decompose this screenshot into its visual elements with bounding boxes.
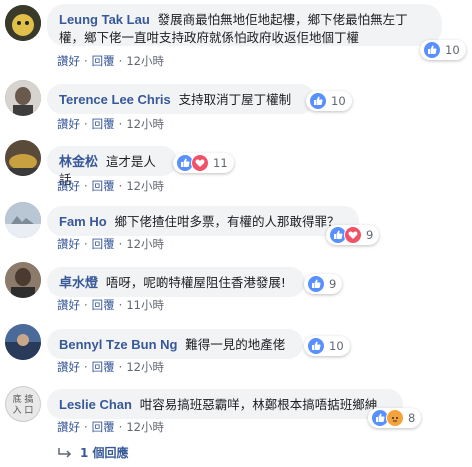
separator: · xyxy=(118,298,123,312)
separator: · xyxy=(118,117,123,131)
avatar[interactable] xyxy=(5,202,41,238)
reply-button[interactable]: 回覆 xyxy=(92,237,115,251)
reaction-count[interactable]: 8 xyxy=(368,408,422,428)
like-button[interactable]: 讚好 xyxy=(57,54,80,68)
separator: · xyxy=(118,420,123,434)
comment-actions: 讚好 · 回覆 · 12小時 xyxy=(57,116,164,132)
svg-text:入 口: 入 口 xyxy=(13,405,34,416)
comment-actions: 讚好 · 回覆 · 12小時 xyxy=(57,236,164,252)
like-icon xyxy=(309,92,327,110)
reaction-count[interactable]: 11 xyxy=(173,153,234,173)
like-icon xyxy=(423,41,441,59)
timestamp[interactable]: 12小時 xyxy=(126,360,164,374)
like-icon xyxy=(307,275,325,293)
timestamp[interactable]: 12小時 xyxy=(126,54,164,68)
reaction-count-text: 10 xyxy=(331,94,346,108)
reaction-count-text: 10 xyxy=(329,339,344,353)
reaction-count[interactable]: 9 xyxy=(326,225,380,245)
like-button[interactable]: 讚好 xyxy=(57,360,80,374)
comment-bubble: Fam Ho 鄉下佬揸住咁多票，有權的人那敢得罪？ xyxy=(47,206,359,236)
reaction-count[interactable]: 9 xyxy=(304,274,343,294)
reply-button[interactable]: 回覆 xyxy=(92,179,115,193)
reply-button[interactable]: 回覆 xyxy=(92,360,115,374)
comment-text-line2: 權，鄉下佬一直咁支持政府就係怕政府收返佢地個丁權 xyxy=(59,30,360,45)
separator: · xyxy=(84,179,88,193)
commenter-name[interactable]: Leung Tak Lau xyxy=(59,12,150,27)
avatar[interactable] xyxy=(5,140,41,176)
separator: · xyxy=(118,237,123,251)
commenter-name[interactable]: 卓水燈 xyxy=(59,275,98,290)
comment-actions: 讚好 · 回覆 · 12小時 xyxy=(57,419,164,435)
comment-text: 鄉下佬揸住咁多票，有權的人那敢得罪？ xyxy=(114,214,340,229)
comment-actions: 讚好 · 回覆 · 11小時 xyxy=(57,297,164,313)
separator: · xyxy=(84,420,88,434)
commenter-name[interactable]: Bennyl Tze Bun Ng xyxy=(59,337,177,352)
avatar[interactable] xyxy=(5,5,41,41)
replies-count-label: 1 個回應 xyxy=(80,446,129,460)
avatar-text-logo: 底 搞入 口 xyxy=(13,393,34,416)
separator: · xyxy=(84,360,88,374)
timestamp[interactable]: 12小時 xyxy=(126,117,164,131)
commenter-name[interactable]: Leslie Chan xyxy=(59,397,132,412)
like-button[interactable]: 讚好 xyxy=(57,420,80,434)
view-replies-link[interactable]: 1 個回應 xyxy=(58,444,129,461)
separator: · xyxy=(84,237,88,251)
angry-icon xyxy=(386,409,404,427)
separator: · xyxy=(118,179,123,193)
commenter-name[interactable]: Terence Lee Chris xyxy=(59,92,171,107)
svg-text:底 搞: 底 搞 xyxy=(13,393,34,405)
like-button[interactable]: 讚好 xyxy=(57,179,80,193)
comment-bubble: Terence Lee Chris 支持取消丁屋丁權制 xyxy=(47,84,315,114)
comment-text: 難得一見的地產佬 xyxy=(185,337,286,352)
reply-button[interactable]: 回覆 xyxy=(92,420,115,434)
reaction-count[interactable]: 10 xyxy=(420,40,466,60)
reply-button[interactable]: 回覆 xyxy=(92,54,115,68)
comment-text: 支持取消丁屋丁權制 xyxy=(178,92,292,107)
avatar[interactable]: 底 搞入 口 xyxy=(5,386,41,422)
avatar[interactable] xyxy=(5,80,41,116)
comment-bubble: 卓水燈 唔呀，呢啲特權屋阻住香港發展! xyxy=(47,267,305,297)
reaction-count[interactable]: 10 xyxy=(304,336,350,356)
comment-actions: 讚好 · 回覆 · 12小時 xyxy=(57,178,164,194)
separator: · xyxy=(84,298,88,312)
reaction-count-text: 11 xyxy=(213,156,228,170)
commenter-name[interactable]: Fam Ho xyxy=(59,214,107,229)
reply-button[interactable]: 回覆 xyxy=(92,298,115,312)
comment-actions: 讚好 · 回覆 · 12小時 xyxy=(57,53,164,69)
timestamp[interactable]: 12小時 xyxy=(126,179,164,193)
timestamp[interactable]: 11小時 xyxy=(126,298,164,312)
comment-text: 咁容易搞班惡霸咩，林鄭根本搞唔掂班鄉紳 xyxy=(139,397,378,412)
avatar[interactable] xyxy=(5,262,41,298)
timestamp[interactable]: 12小時 xyxy=(126,237,164,251)
reaction-count-text: 9 xyxy=(329,277,337,291)
love-icon xyxy=(344,226,362,244)
like-button[interactable]: 讚好 xyxy=(57,237,80,251)
comment-text: 唔呀，呢啲特權屋阻住香港發展! xyxy=(105,275,286,290)
separator: · xyxy=(118,360,123,374)
avatar[interactable] xyxy=(5,324,41,360)
like-button[interactable]: 讚好 xyxy=(57,117,80,131)
like-button[interactable]: 讚好 xyxy=(57,298,80,312)
reaction-count-text: 8 xyxy=(408,411,416,425)
reaction-count[interactable]: 10 xyxy=(306,91,352,111)
reply-button[interactable]: 回覆 xyxy=(92,117,115,131)
comment-bubble: Bennyl Tze Bun Ng 難得一見的地產佬 xyxy=(47,329,303,359)
comment-actions: 讚好 · 回覆 · 12小時 xyxy=(57,359,164,375)
separator: · xyxy=(84,117,88,131)
separator: · xyxy=(84,54,88,68)
reply-arrow-icon xyxy=(58,447,72,458)
comment-bubble: 林金松 這才是人話 xyxy=(47,146,177,187)
comment-bubble: Leung Tak Lau 發展商最怕無地佢地起樓，鄉下佬最怕無左丁 權，鄉下佬… xyxy=(47,4,442,46)
like-icon xyxy=(307,337,325,355)
comment-bubble: Leslie Chan 咁容易搞班惡霸咩，林鄭根本搞唔掂班鄉紳 xyxy=(47,389,403,419)
commenter-name[interactable]: 林金松 xyxy=(59,154,98,169)
timestamp[interactable]: 12小時 xyxy=(126,420,164,434)
reaction-count-text: 9 xyxy=(366,228,374,242)
comment-text: 發展商最怕無地佢地起樓，鄉下佬最怕無左丁 xyxy=(157,12,408,27)
separator: · xyxy=(118,54,123,68)
love-icon xyxy=(191,154,209,172)
reaction-count-text: 10 xyxy=(445,43,460,57)
